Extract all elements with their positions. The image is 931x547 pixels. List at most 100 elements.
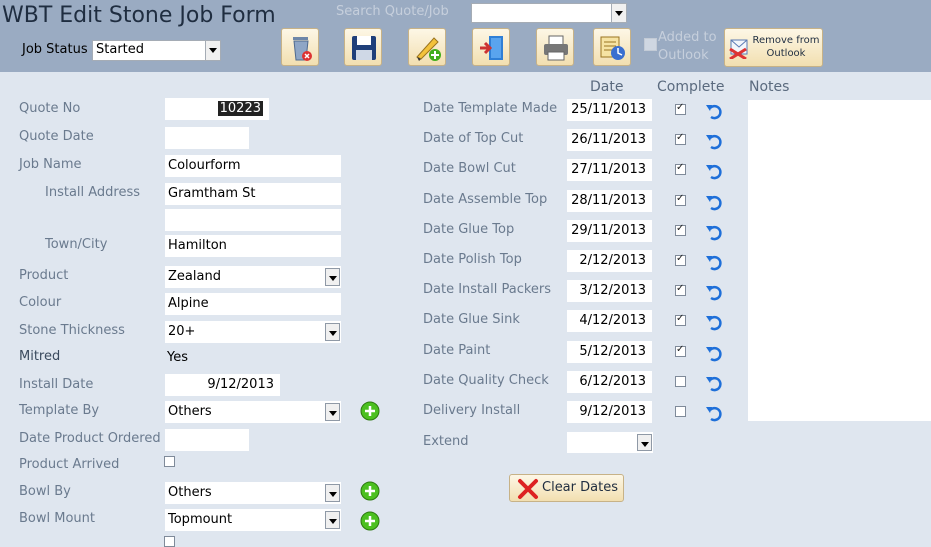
undo-icon[interactable] xyxy=(705,313,723,331)
notes-textarea[interactable] xyxy=(748,100,931,421)
install-address-label: Install Address xyxy=(45,185,141,200)
print-button[interactable] xyxy=(536,28,574,66)
product-arrived-checkbox[interactable] xyxy=(164,456,175,467)
undo-icon[interactable] xyxy=(705,132,723,150)
date-row-complete-checkbox[interactable] xyxy=(675,102,686,115)
date-row-label: Delivery Install xyxy=(423,403,521,418)
extend-combo[interactable] xyxy=(567,432,653,453)
bowl-mount-combo[interactable]: Topmount xyxy=(165,509,341,531)
chevron-down-icon[interactable] xyxy=(325,403,340,421)
save-icon xyxy=(352,36,376,60)
chevron-down-icon[interactable] xyxy=(611,4,626,22)
template-by-value: Others xyxy=(168,404,212,419)
install-address-line1-field[interactable]: Gramtham St xyxy=(165,183,341,205)
undo-icon[interactable] xyxy=(705,404,723,422)
edit-add-icon xyxy=(416,37,441,61)
undo-icon[interactable] xyxy=(705,162,723,180)
undo-icon[interactable] xyxy=(705,253,723,271)
add-bowl-mount-button[interactable] xyxy=(360,511,380,531)
chevron-down-icon[interactable] xyxy=(325,511,340,529)
add-template-by-button[interactable] xyxy=(360,401,380,421)
undo-icon[interactable] xyxy=(705,283,723,301)
search-label: Search Quote/Job xyxy=(336,4,449,19)
stone-thickness-combo[interactable]: 20+ xyxy=(165,321,341,343)
add-bowl-by-button[interactable] xyxy=(360,481,380,501)
chevron-down-icon[interactable] xyxy=(325,323,340,341)
search-quote-combo[interactable] xyxy=(471,3,627,23)
date-row-complete-checkbox[interactable] xyxy=(675,344,686,357)
chevron-down-icon[interactable] xyxy=(325,484,340,502)
added-to-outlook-label: Added to Outlook xyxy=(658,29,720,65)
mitred-value: Yes xyxy=(167,350,188,365)
date-row-label: Date Bowl Cut xyxy=(423,161,516,176)
date-row-field[interactable]: 28/11/2013 xyxy=(567,190,652,212)
bowl-by-combo[interactable]: Others xyxy=(165,482,341,504)
date-row-complete-checkbox[interactable] xyxy=(675,406,686,417)
product-value: Zealand xyxy=(168,269,221,284)
date-row-complete-checkbox[interactable] xyxy=(675,193,686,206)
date-row-complete-checkbox[interactable] xyxy=(675,223,686,236)
remove-from-outlook-button[interactable]: Remove from Outlook xyxy=(724,28,823,67)
date-row-complete-checkbox[interactable] xyxy=(675,253,686,266)
date-product-ordered-field[interactable] xyxy=(165,429,249,451)
chevron-down-icon[interactable] xyxy=(637,434,652,451)
schedule-button[interactable] xyxy=(593,28,631,66)
date-row-complete-checkbox[interactable] xyxy=(675,283,686,296)
date-row-complete-checkbox[interactable] xyxy=(675,162,686,175)
date-row-label: Date Glue Top xyxy=(423,222,515,237)
edit-add-button[interactable] xyxy=(408,28,446,66)
delete-button[interactable] xyxy=(281,28,319,66)
undo-icon[interactable] xyxy=(705,193,723,211)
colour-field[interactable]: Alpine xyxy=(165,293,341,315)
template-by-combo[interactable]: Others xyxy=(165,401,341,423)
product-combo[interactable]: Zealand xyxy=(165,266,341,288)
print-icon xyxy=(544,35,568,61)
clear-dates-button[interactable]: Clear Dates xyxy=(509,474,624,502)
town-city-field[interactable]: Hamilton xyxy=(165,235,341,257)
product-label: Product xyxy=(19,268,69,283)
clear-dates-label: Clear Dates xyxy=(542,480,618,495)
undo-icon[interactable] xyxy=(705,223,723,241)
header-bar: WBT Edit Stone Job Form Job Status Start… xyxy=(0,0,931,72)
undo-icon[interactable] xyxy=(705,344,723,362)
bowl-mount-label: Bowl Mount xyxy=(19,511,95,526)
added-to-outlook-text: Added to Outlook xyxy=(658,30,717,63)
date-row-field[interactable]: 29/11/2013 xyxy=(567,220,652,242)
date-row-label: Date Polish Top xyxy=(423,252,522,267)
partial-checkbox[interactable] xyxy=(164,536,175,547)
date-row-complete-checkbox[interactable] xyxy=(675,132,686,145)
install-date-field[interactable]: 9/12/2013 xyxy=(165,374,280,396)
date-row-complete-checkbox[interactable] xyxy=(675,376,686,387)
added-to-outlook-checkbox[interactable] xyxy=(644,38,657,51)
undo-icon[interactable] xyxy=(705,374,723,392)
form-title: WBT Edit Stone Job Form xyxy=(2,3,276,28)
undo-icon[interactable] xyxy=(705,102,723,120)
date-row-field[interactable]: 3/12/2013 xyxy=(567,280,652,302)
job-name-label: Job Name xyxy=(19,157,82,172)
date-row-field[interactable]: 5/12/2013 xyxy=(567,341,652,363)
date-row-field[interactable]: 9/12/2013 xyxy=(567,401,652,423)
chevron-down-icon[interactable] xyxy=(205,41,220,60)
date-row-label: Date of Top Cut xyxy=(423,131,524,146)
date-row-field[interactable]: 6/12/2013 xyxy=(567,371,652,393)
exit-icon xyxy=(480,36,503,60)
date-row-field[interactable]: 27/11/2013 xyxy=(567,159,652,181)
save-button[interactable] xyxy=(344,28,382,66)
quote-date-field[interactable] xyxy=(165,127,249,149)
date-row-field[interactable]: 2/12/2013 xyxy=(567,250,652,272)
install-address-line2-field[interactable] xyxy=(165,209,341,231)
date-row-complete-checkbox[interactable] xyxy=(675,313,686,326)
job-status-combo[interactable]: Started xyxy=(92,40,221,61)
product-arrived-label: Product Arrived xyxy=(19,457,120,472)
date-row-field[interactable]: 26/11/2013 xyxy=(567,129,652,151)
quote-no-field[interactable]: 10223 xyxy=(165,98,269,120)
remove-from-outlook-label: Remove from Outlook xyxy=(752,35,820,59)
date-column-header: Date xyxy=(590,79,624,95)
date-row-field[interactable]: 4/12/2013 xyxy=(567,310,652,332)
job-name-field[interactable]: Colourform xyxy=(165,155,341,177)
exit-button[interactable] xyxy=(472,28,510,66)
date-row-field[interactable]: 25/11/2013 xyxy=(567,99,652,121)
chevron-down-icon[interactable] xyxy=(325,268,340,286)
town-city-label: Town/City xyxy=(45,237,108,252)
delete-icon xyxy=(293,37,312,61)
